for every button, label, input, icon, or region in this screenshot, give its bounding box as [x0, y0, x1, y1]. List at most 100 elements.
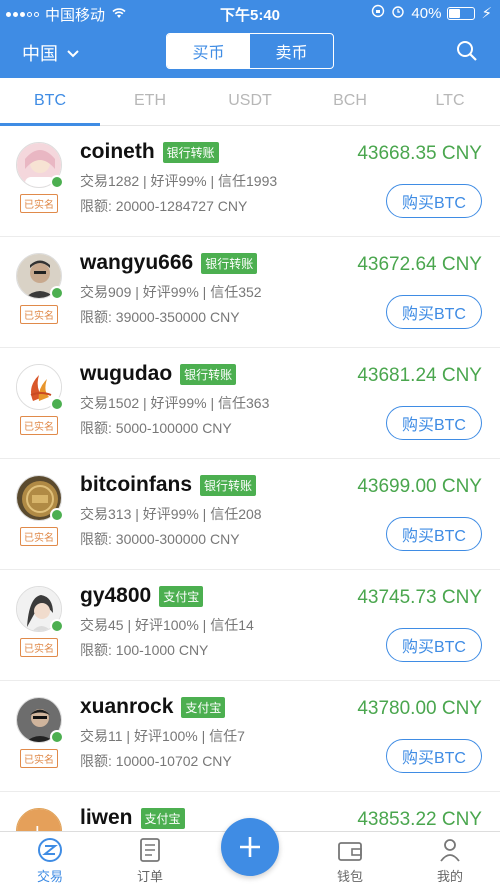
online-indicator [50, 286, 64, 300]
merchant-name: wangyu666 银行转账 [80, 251, 258, 275]
payment-method-tag: 银行转账 [200, 474, 257, 496]
online-indicator [50, 508, 64, 522]
price: 43780.00 CNY [357, 698, 482, 719]
merchant-stats: 交易1282 | 好评99% | 信任1993 [80, 173, 278, 189]
merchant-stats: 交易909 | 好评99% | 信任352 [80, 284, 262, 300]
merchant-stats: 交易11 | 好评100% | 信任7 [80, 728, 245, 744]
nav-orders[interactable]: 订单 [100, 832, 200, 889]
trade-icon [38, 838, 62, 862]
buy-btc-button[interactable]: 购买BTC [386, 517, 482, 551]
orders-icon [140, 838, 160, 862]
buy-btc-button[interactable]: 购买BTC [386, 406, 482, 440]
limit-range: 限额: 5000-100000 CNY [80, 420, 232, 436]
limit-range: 限额: 20000-1284727 CNY [80, 198, 248, 214]
tab-bch[interactable]: BCH [300, 78, 400, 125]
payment-method-tag: 支付宝 [140, 807, 185, 829]
list-item[interactable]: 已实名 xuanrock 支付宝 交易11 | 好评100% | 信任7 限额: … [0, 681, 500, 792]
online-indicator [50, 397, 64, 411]
list-item[interactable]: 已实名 wugudao 银行转账 交易1502 | 好评99% | 信任363 限… [0, 348, 500, 459]
battery-percent: 40% [411, 4, 442, 22]
online-indicator [50, 175, 64, 189]
avatar [16, 142, 64, 189]
merchant-name: coineth 银行转账 [80, 140, 219, 164]
payment-method-tag: 支付宝 [181, 696, 226, 718]
verified-badge: 已实名 [20, 749, 58, 768]
search-icon[interactable] [456, 40, 478, 67]
online-indicator [50, 730, 64, 744]
chevron-down-icon [66, 43, 80, 64]
payment-method-tag: 银行转账 [180, 363, 237, 385]
app-header: 中国移动 下午5:40 40% ⚡ 中国 买币 卖币 [0, 0, 500, 78]
price: 43853.22 CNY [357, 809, 482, 830]
buy-sell-toggle: 买币 卖币 [166, 33, 334, 69]
profile-icon [440, 839, 460, 862]
nav-orders-label: 订单 [136, 869, 163, 884]
plus-icon [240, 837, 260, 857]
list-item[interactable]: 已实名 wangyu666 银行转账 交易909 | 好评99% | 信任352 … [0, 237, 500, 348]
verified-badge: 已实名 [20, 638, 58, 657]
verified-badge: 已实名 [20, 194, 58, 213]
price: 43745.73 CNY [357, 587, 482, 608]
merchant-stats: 交易45 | 好评100% | 信任14 [80, 617, 254, 633]
nav-trade-label: 交易 [36, 869, 63, 884]
region-selector[interactable]: 中国 [22, 40, 80, 66]
tab-usdt[interactable]: USDT [200, 78, 300, 125]
list-item[interactable]: 已实名 gy4800 支付宝 交易45 | 好评100% | 信任14 限额: 1… [0, 570, 500, 681]
payment-method-tag: 银行转账 [201, 252, 258, 274]
listing-list: 已实名 coineth 银行转账 交易1282 | 好评99% | 信任1993 … [0, 126, 500, 831]
tab-ltc[interactable]: LTC [400, 78, 500, 125]
tab-eth[interactable]: ETH [100, 78, 200, 125]
limit-range: 限额: 30000-300000 CNY [80, 531, 240, 547]
limit-range: 限额: 100-1000 CNY [80, 642, 209, 658]
payment-method-tag: 支付宝 [159, 585, 204, 607]
buy-tab[interactable]: 买币 [167, 34, 250, 68]
merchant-stats: 交易1502 | 好评99% | 信任363 [80, 395, 270, 411]
verified-badge: 已实名 [20, 305, 58, 324]
price: 43681.24 CNY [357, 365, 482, 386]
price: 43672.64 CNY [357, 254, 482, 275]
buy-btc-button[interactable]: 购买BTC [386, 295, 482, 329]
nav-wallet-label: 钱包 [336, 869, 363, 884]
charging-icon: ⚡ [481, 5, 492, 22]
price: 43699.00 CNY [357, 476, 482, 497]
nav-mine[interactable]: 我的 [400, 832, 500, 889]
online-indicator [50, 619, 64, 633]
avatar: L [16, 808, 62, 831]
wallet-icon [338, 842, 362, 861]
nav-mine-label: 我的 [436, 869, 463, 884]
alarm-icon [391, 4, 405, 22]
merchant-name: liwen 支付宝 [80, 806, 185, 830]
rotation-lock-icon [371, 4, 385, 22]
nav-wallet[interactable]: 钱包 [300, 832, 400, 889]
merchant-name: wugudao 银行转账 [80, 362, 237, 386]
merchant-stats: 交易313 | 好评99% | 信任208 [80, 506, 262, 522]
sell-tab[interactable]: 卖币 [250, 34, 333, 68]
list-item[interactable]: 已实名 coineth 银行转账 交易1282 | 好评99% | 信任1993 … [0, 126, 500, 237]
add-button[interactable] [221, 818, 279, 876]
status-bar: 中国移动 下午5:40 40% ⚡ [0, 0, 500, 26]
buy-btc-button[interactable]: 购买BTC [386, 739, 482, 773]
price: 43668.35 CNY [357, 143, 482, 164]
buy-btc-button[interactable]: 购买BTC [386, 184, 482, 218]
merchant-name: xuanrock 支付宝 [80, 695, 226, 719]
coin-tabs: BTC ETH USDT BCH LTC [0, 78, 500, 126]
verified-badge: 已实名 [20, 416, 58, 435]
avatar [16, 697, 64, 744]
verified-badge: 已实名 [20, 527, 58, 546]
merchant-name: gy4800 支付宝 [80, 584, 204, 608]
region-label: 中国 [22, 44, 58, 64]
avatar [16, 586, 64, 633]
svg-text:L: L [35, 823, 45, 831]
tab-btc[interactable]: BTC [0, 78, 100, 126]
buy-btc-button[interactable]: 购买BTC [386, 628, 482, 662]
list-item[interactable]: 已实名 bitcoinfans 银行转账 交易313 | 好评99% | 信任20… [0, 459, 500, 570]
nav-trade[interactable]: 交易 [0, 832, 100, 889]
limit-range: 限额: 10000-10702 CNY [80, 753, 232, 769]
merchant-name: bitcoinfans 银行转账 [80, 473, 257, 497]
payment-method-tag: 银行转账 [162, 141, 219, 163]
avatar [16, 475, 64, 522]
avatar [16, 364, 64, 411]
battery-icon [447, 6, 476, 20]
avatar [16, 253, 64, 300]
limit-range: 限额: 39000-350000 CNY [80, 309, 240, 325]
